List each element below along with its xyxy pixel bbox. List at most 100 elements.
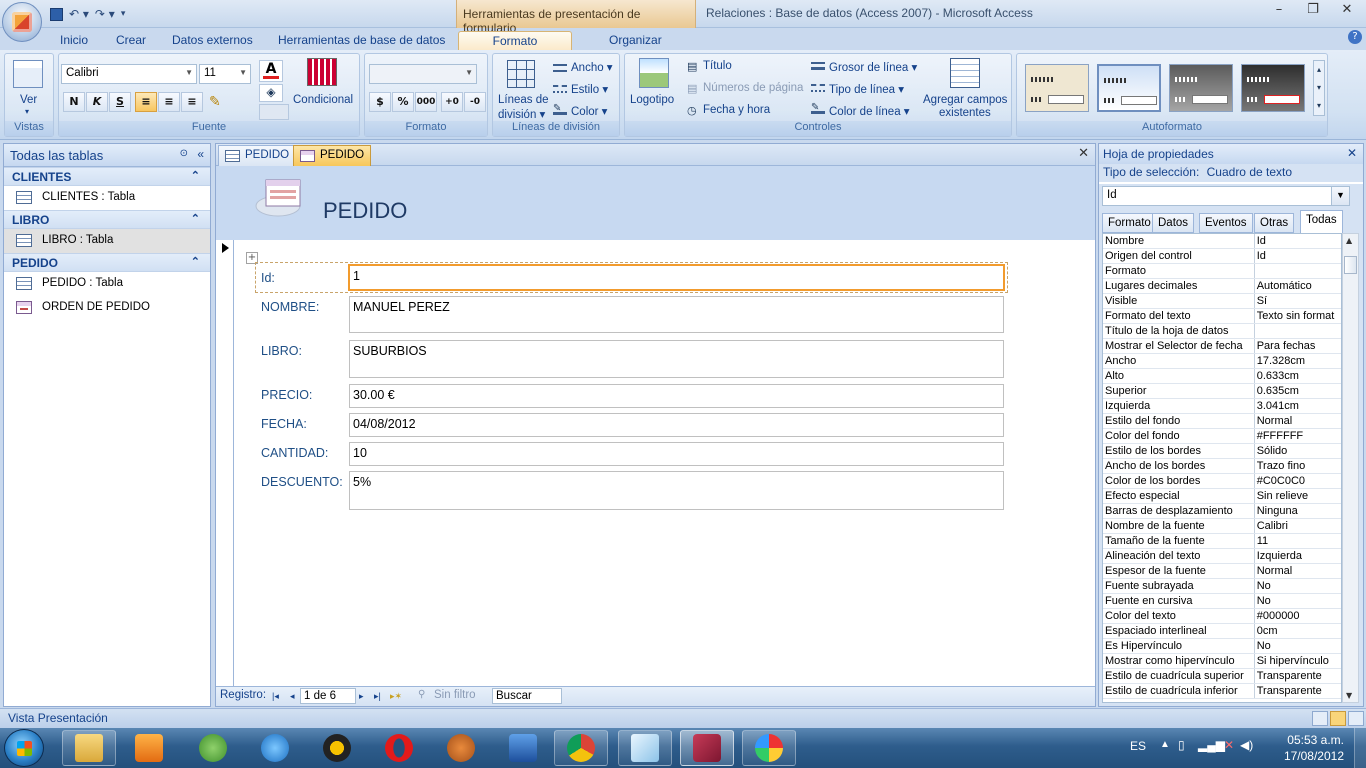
gridlines-color-icon[interactable] <box>259 104 289 120</box>
show-desktop-button[interactable] <box>1354 728 1366 768</box>
property-value[interactable]: #000000 <box>1255 609 1341 623</box>
new-record-button[interactable]: ▸✶ <box>390 691 402 702</box>
title-button[interactable]: Título <box>703 60 732 72</box>
font-name-combo[interactable]: Calibri ▼ <box>61 64 197 84</box>
property-row[interactable]: Espaciado interlineal 0cm <box>1103 624 1341 639</box>
prop-tab-datos[interactable]: Datos <box>1152 213 1195 233</box>
control-line-color-button[interactable]: Color de línea ▾ <box>829 104 910 118</box>
nav-item-pedido-tabla[interactable]: PEDIDO : Tabla <box>4 272 210 296</box>
view-dropdown-icon[interactable]: ▾ <box>25 107 29 116</box>
align-center-button[interactable]: ≡ <box>158 92 180 112</box>
form-view-icon[interactable] <box>1312 711 1328 726</box>
property-row[interactable]: Alto 0.633cm <box>1103 369 1341 384</box>
property-row[interactable]: Color del texto #000000 <box>1103 609 1341 624</box>
property-row[interactable]: Izquierda 3.041cm <box>1103 399 1341 414</box>
property-row[interactable]: Barras de desplazamiento Ninguna <box>1103 504 1341 519</box>
property-value[interactable]: Automático <box>1255 279 1341 293</box>
property-value[interactable]: 0.633cm <box>1255 369 1341 383</box>
fill-color-icon[interactable]: ◈ <box>259 84 283 102</box>
percent-button[interactable]: % <box>392 92 414 112</box>
taskbar-paint[interactable] <box>742 730 796 766</box>
property-row[interactable]: Título de la hoja de datos <box>1103 324 1341 339</box>
property-value[interactable]: Id <box>1255 234 1341 248</box>
layout-view-icon[interactable] <box>1330 711 1346 726</box>
property-row[interactable]: Ancho de los bordes Trazo fino <box>1103 459 1341 474</box>
taskbar-people[interactable] <box>186 730 240 766</box>
taskbar-internet-explorer[interactable] <box>248 730 302 766</box>
minimize-button[interactable]: – <box>1262 2 1296 22</box>
tab-formato[interactable]: Formato <box>458 31 572 51</box>
property-row[interactable]: Mostrar el Selector de fecha Para fechas <box>1103 339 1341 354</box>
property-row[interactable]: Origen del control Id <box>1103 249 1341 264</box>
search-input[interactable]: Buscar <box>492 688 562 704</box>
decrease-decimals-icon[interactable]: -0 <box>464 92 486 112</box>
property-value[interactable]: Sólido <box>1255 444 1341 458</box>
first-record-button[interactable]: |◂ <box>272 691 279 702</box>
property-value[interactable]: Trazo fino <box>1255 459 1341 473</box>
tab-datos-externos[interactable]: Datos externos <box>162 31 263 51</box>
align-right-button[interactable]: ≡ <box>181 92 203 112</box>
volume-icon[interactable]: ◀) <box>1240 738 1253 752</box>
property-row[interactable]: Fuente en cursiva No <box>1103 594 1341 609</box>
autoformat-option-4[interactable] <box>1241 64 1305 112</box>
field-input-cantidad[interactable]: 10 <box>349 442 1004 466</box>
property-grid-scrollbar[interactable]: ▲ ▼ <box>1342 233 1359 703</box>
property-value[interactable]: Transparente <box>1255 669 1341 683</box>
last-record-button[interactable]: ▸| <box>374 691 381 702</box>
scroll-up-icon[interactable]: ▲ <box>1346 236 1352 245</box>
property-row[interactable]: Efecto especial Sin relieve <box>1103 489 1341 504</box>
font-size-combo[interactable]: 11 ▼ <box>199 64 251 84</box>
property-row[interactable]: Tamaño de la fuente 11 <box>1103 534 1341 549</box>
font-color-button[interactable]: A <box>259 60 283 82</box>
prop-tab-otras[interactable]: Otras <box>1254 213 1295 233</box>
tab-inicio[interactable]: Inicio <box>50 31 98 51</box>
taskbar-access[interactable] <box>680 730 734 766</box>
autoformat-option-1[interactable] <box>1025 64 1089 112</box>
network-signal-icon[interactable]: ▂▄▆ <box>1198 738 1225 752</box>
property-value[interactable]: Para fechas <box>1255 339 1341 353</box>
number-format-combo[interactable]: ▼ <box>369 64 477 84</box>
logo-button[interactable]: Logotipo <box>630 94 674 106</box>
format-painter-icon[interactable]: ✎ <box>209 94 221 110</box>
show-hidden-icons-icon[interactable]: ▲ <box>1160 739 1170 750</box>
add-fields-line1[interactable]: Agregar campos <box>923 94 1007 106</box>
line-color-button[interactable]: Color ▾ <box>571 104 607 118</box>
prop-tab-eventos[interactable]: Eventos <box>1199 213 1253 233</box>
property-row[interactable]: Nombre de la fuente Calibri <box>1103 519 1341 534</box>
property-value[interactable]: 0cm <box>1255 624 1341 638</box>
nav-group-libro[interactable]: LIBRO ⌃ <box>4 210 210 229</box>
property-value[interactable]: Sí <box>1255 294 1341 308</box>
redo-icon[interactable]: ↷ ▾ <box>95 7 115 21</box>
property-row[interactable]: Visible Sí <box>1103 294 1341 309</box>
bold-button[interactable]: N <box>63 92 85 112</box>
taskbar-chrome[interactable] <box>554 730 608 766</box>
property-value[interactable]: Izquierda <box>1255 549 1341 563</box>
property-row[interactable]: Nombre Id <box>1103 234 1341 249</box>
field-input-precio[interactable]: 30.00 € <box>349 384 1004 408</box>
property-row[interactable]: Estilo de cuadrícula superior Transparent… <box>1103 669 1341 684</box>
line-type-button[interactable]: Tipo de línea ▾ <box>829 82 904 96</box>
line-width-button[interactable]: Ancho ▾ <box>571 60 613 74</box>
page-numbers-button[interactable]: Números de página <box>703 82 803 94</box>
field-input-id[interactable]: 1 <box>348 264 1005 291</box>
property-value[interactable]: Texto sin format <box>1255 309 1341 323</box>
start-button[interactable] <box>4 729 44 767</box>
taskbar-media-player[interactable] <box>122 730 176 766</box>
line-thickness-button[interactable]: Grosor de línea ▾ <box>829 60 917 74</box>
object-selector-combo[interactable]: Id ▼ <box>1102 186 1350 206</box>
close-button[interactable]: ✕ <box>1330 2 1364 22</box>
language-indicator[interactable]: ES <box>1130 739 1146 753</box>
property-row[interactable]: Color del fondo #FFFFFF <box>1103 429 1341 444</box>
underline-button[interactable]: S <box>109 92 131 112</box>
increase-decimals-icon[interactable]: +0 <box>441 92 463 112</box>
nav-item-clientes-tabla[interactable]: CLIENTES : Tabla <box>4 186 210 210</box>
nav-group-clientes[interactable]: CLIENTES ⌃ <box>4 167 210 186</box>
nav-collapse-icon[interactable]: « <box>197 147 204 161</box>
property-row[interactable]: Formato <box>1103 264 1341 279</box>
property-value[interactable]: #C0C0C0 <box>1255 474 1341 488</box>
property-row[interactable]: Color de los bordes #C0C0C0 <box>1103 474 1341 489</box>
thousands-button[interactable]: 000 <box>415 92 437 112</box>
add-fields-line2[interactable]: existentes <box>939 107 991 119</box>
property-row[interactable]: Es Hipervínculo No <box>1103 639 1341 654</box>
property-value[interactable]: 11 <box>1255 534 1341 548</box>
